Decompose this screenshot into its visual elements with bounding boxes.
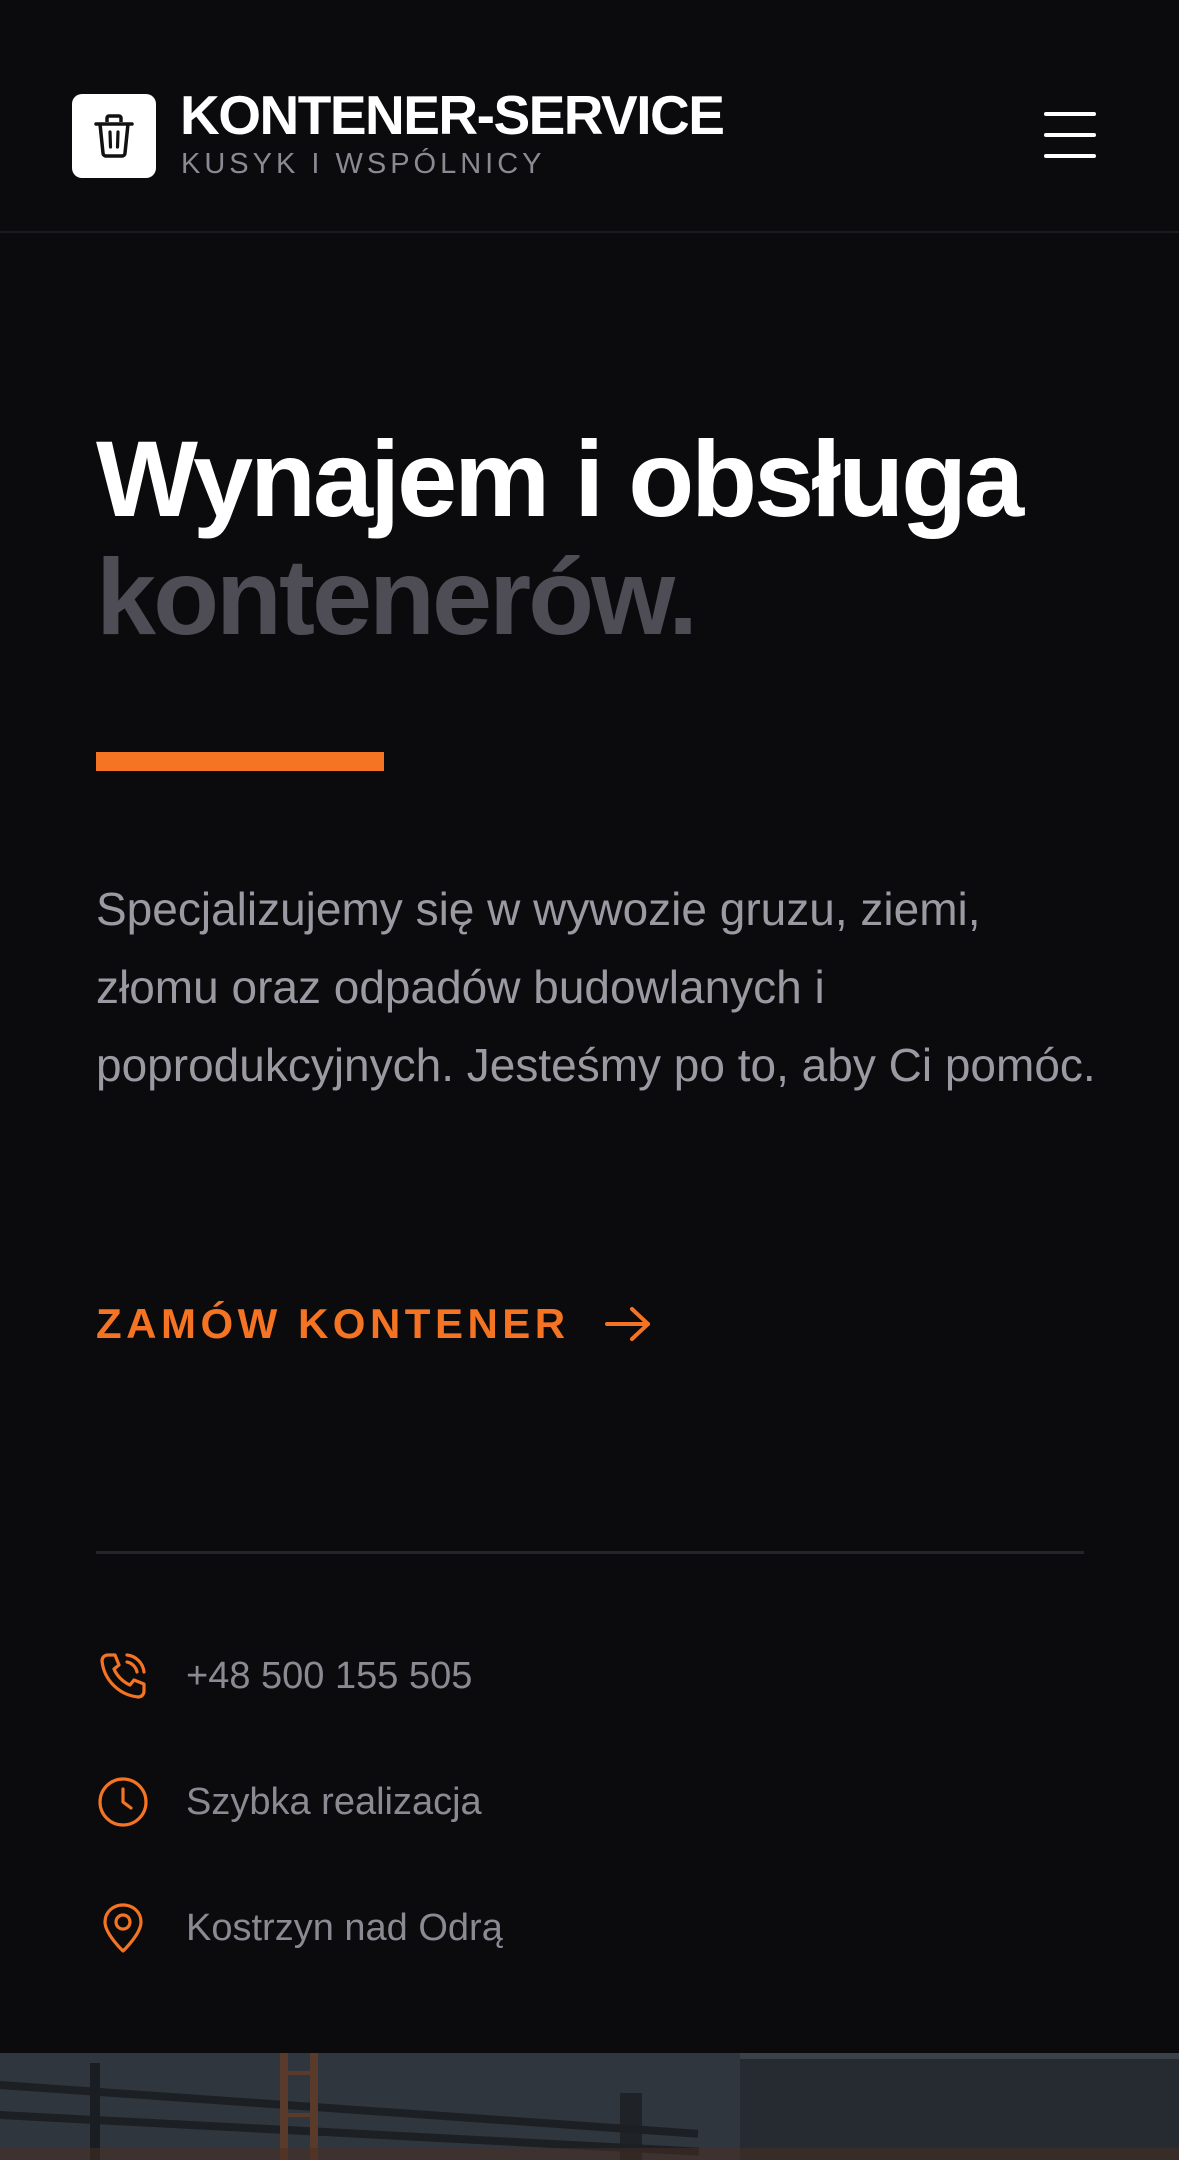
construction-photo xyxy=(0,2053,1179,2160)
section-divider xyxy=(96,1551,1084,1554)
order-container-button[interactable]: ZAMÓW KONTENER xyxy=(96,1300,652,1348)
hero-description: Specjalizujemy się w wywozie gruzu, ziem… xyxy=(96,883,1096,1091)
clock-icon xyxy=(96,1775,150,1829)
arrow-right-icon xyxy=(604,1307,650,1341)
accent-divider xyxy=(96,752,384,771)
map-pin-icon xyxy=(96,1901,150,1955)
brand-tagline: KUSYK I WSPÓLNICY xyxy=(181,148,546,180)
logo-link[interactable] xyxy=(72,94,156,178)
hero-title-line1: Wynajem i obsługa xyxy=(96,418,1024,539)
info-speed: Szybka realizacja xyxy=(96,1772,482,1832)
hero-title: Wynajem i obsługa kontenerów. xyxy=(96,418,1024,657)
hero-photo xyxy=(0,2053,1179,2160)
phone-number: +48 500 155 505 xyxy=(186,1654,473,1697)
site-header: KONTENER-SERVICE KUSYK I WSPÓLNICY xyxy=(0,0,1179,233)
cta-label: ZAMÓW KONTENER xyxy=(96,1300,570,1347)
brand-name[interactable]: KONTENER-SERVICE xyxy=(180,84,725,146)
hamburger-menu-icon[interactable] xyxy=(1040,112,1102,158)
page: KONTENER-SERVICE KUSYK I WSPÓLNICY Wynaj… xyxy=(0,0,1179,2160)
menu-line xyxy=(1044,133,1096,137)
location-label: Kostrzyn nad Odrą xyxy=(186,1906,503,1949)
menu-line xyxy=(1044,154,1096,158)
trash-bin-icon xyxy=(94,114,134,158)
info-location: Kostrzyn nad Odrą xyxy=(96,1898,503,1958)
hero-title-line2: kontenerów. xyxy=(96,536,698,657)
phone-icon xyxy=(96,1649,150,1703)
speed-label: Szybka realizacja xyxy=(186,1780,482,1823)
info-phone[interactable]: +48 500 155 505 xyxy=(96,1646,472,1706)
menu-line xyxy=(1044,112,1096,116)
